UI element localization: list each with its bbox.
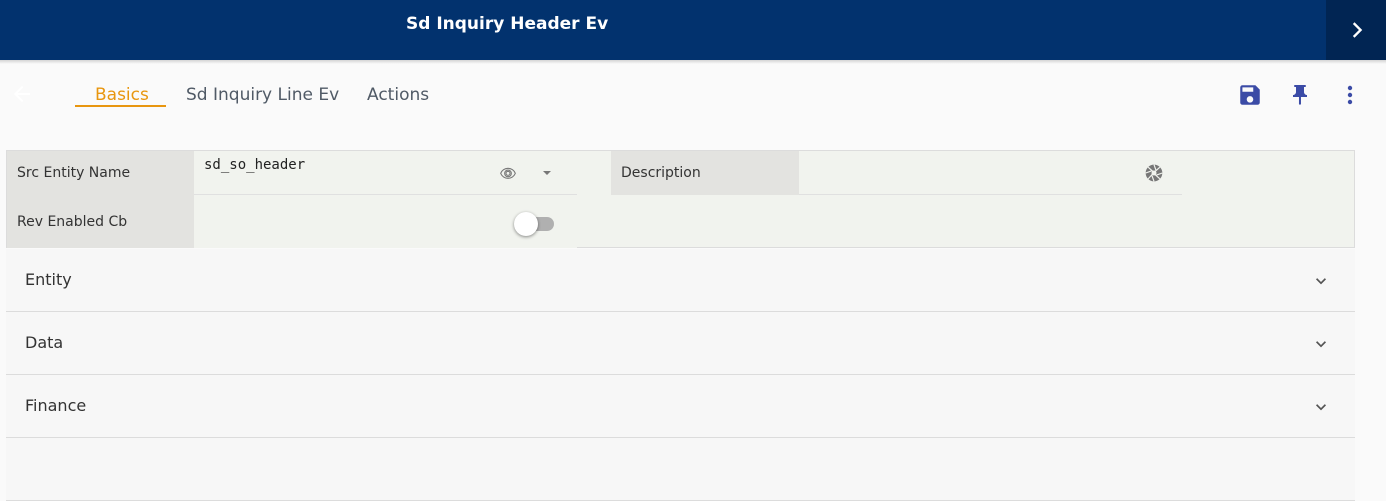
more-vert-icon xyxy=(1347,85,1353,105)
more-button[interactable] xyxy=(1335,80,1365,110)
page-title: Sd Inquiry Header Ev xyxy=(406,14,609,34)
section-next-partial[interactable] xyxy=(6,438,1355,501)
chevron-down-icon xyxy=(1316,404,1326,411)
section-data-label: Data xyxy=(25,333,64,352)
tab-basics[interactable]: Basics xyxy=(95,85,149,105)
chevron-right-icon xyxy=(1352,22,1363,38)
pin-icon xyxy=(1293,85,1307,105)
chevron-down-icon xyxy=(1316,341,1326,348)
eye-icon[interactable] xyxy=(499,165,517,181)
save-button[interactable] xyxy=(1235,80,1265,110)
chevron-down-icon xyxy=(1316,278,1326,285)
toggle-thumb xyxy=(514,212,538,236)
aperture-icon[interactable] xyxy=(1144,163,1164,183)
src-entity-name-label: Src Entity Name xyxy=(7,151,194,195)
src-entity-name-value: sd_so_header xyxy=(204,157,306,173)
section-entity-label: Entity xyxy=(25,270,72,289)
save-icon xyxy=(1240,85,1260,105)
section-finance-label: Finance xyxy=(25,396,87,415)
header-shadow xyxy=(0,60,1386,64)
tab-sd-inquiry-line-ev[interactable]: Sd Inquiry Line Ev xyxy=(186,85,339,105)
back-button[interactable] xyxy=(8,82,36,106)
dropdown-arrow-icon[interactable] xyxy=(542,169,552,177)
active-tab-indicator xyxy=(75,105,166,107)
description-label: Description xyxy=(611,151,799,195)
description-field[interactable] xyxy=(799,151,1182,195)
rev-enabled-cb-field xyxy=(194,195,577,248)
section-entity[interactable]: Entity xyxy=(6,249,1355,312)
arrow-left-icon xyxy=(14,86,30,102)
rev-enabled-cb-label: Rev Enabled Cb xyxy=(7,195,194,248)
src-entity-name-field[interactable]: sd_so_header xyxy=(194,151,577,195)
app-header: Sd Inquiry Header Ev xyxy=(0,0,1386,60)
section-data[interactable]: Data xyxy=(6,312,1355,375)
next-button[interactable] xyxy=(1326,0,1386,60)
tab-actions[interactable]: Actions xyxy=(367,85,429,105)
rev-enabled-toggle[interactable] xyxy=(514,210,556,236)
form-panel: Src Entity Name sd_so_header Description… xyxy=(6,150,1355,248)
pin-button[interactable] xyxy=(1285,80,1315,110)
section-finance[interactable]: Finance xyxy=(6,375,1355,438)
